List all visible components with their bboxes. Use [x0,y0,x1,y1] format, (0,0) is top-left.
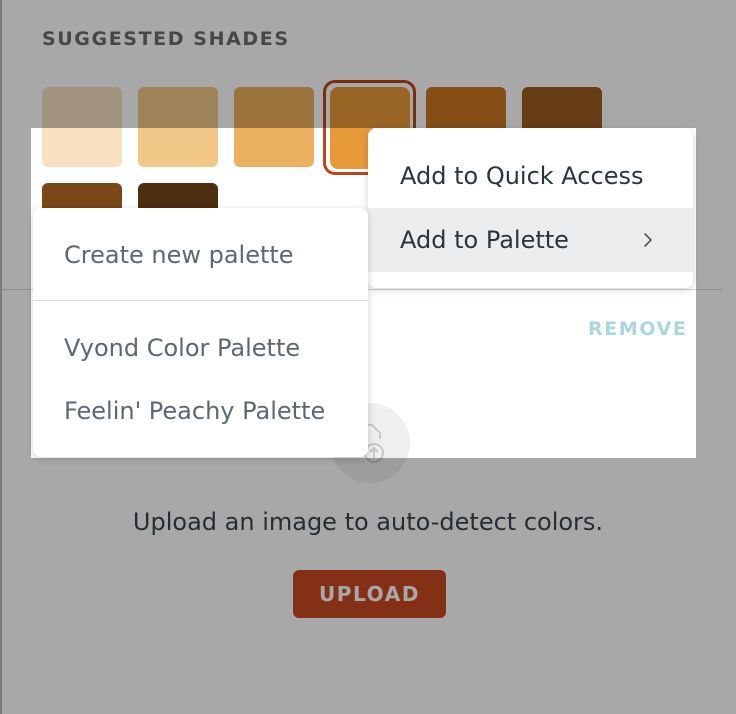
dim-overlay [696,128,736,458]
palette-submenu: Create new palette Vyond Color Palette F… [33,208,368,457]
dim-overlay [0,458,736,714]
remove-button[interactable]: REMOVE [588,318,687,340]
chevron-right-icon [644,233,652,247]
menu-item-add-to-palette[interactable]: Add to Palette [368,208,693,272]
swatch-context-menu: Add to Quick Access Add to Palette [368,128,693,288]
dim-overlay [0,128,31,458]
create-new-palette-item[interactable]: Create new palette [33,224,368,286]
palette-item[interactable]: Feelin' Peachy Palette [33,380,368,442]
menu-item-add-to-quick-access[interactable]: Add to Quick Access [368,144,693,208]
dim-overlay [0,0,736,128]
submenu-divider [33,300,368,301]
palette-item[interactable]: Vyond Color Palette [33,317,368,379]
menu-item-label: Add to Palette [400,226,569,254]
window-edge [0,0,2,714]
